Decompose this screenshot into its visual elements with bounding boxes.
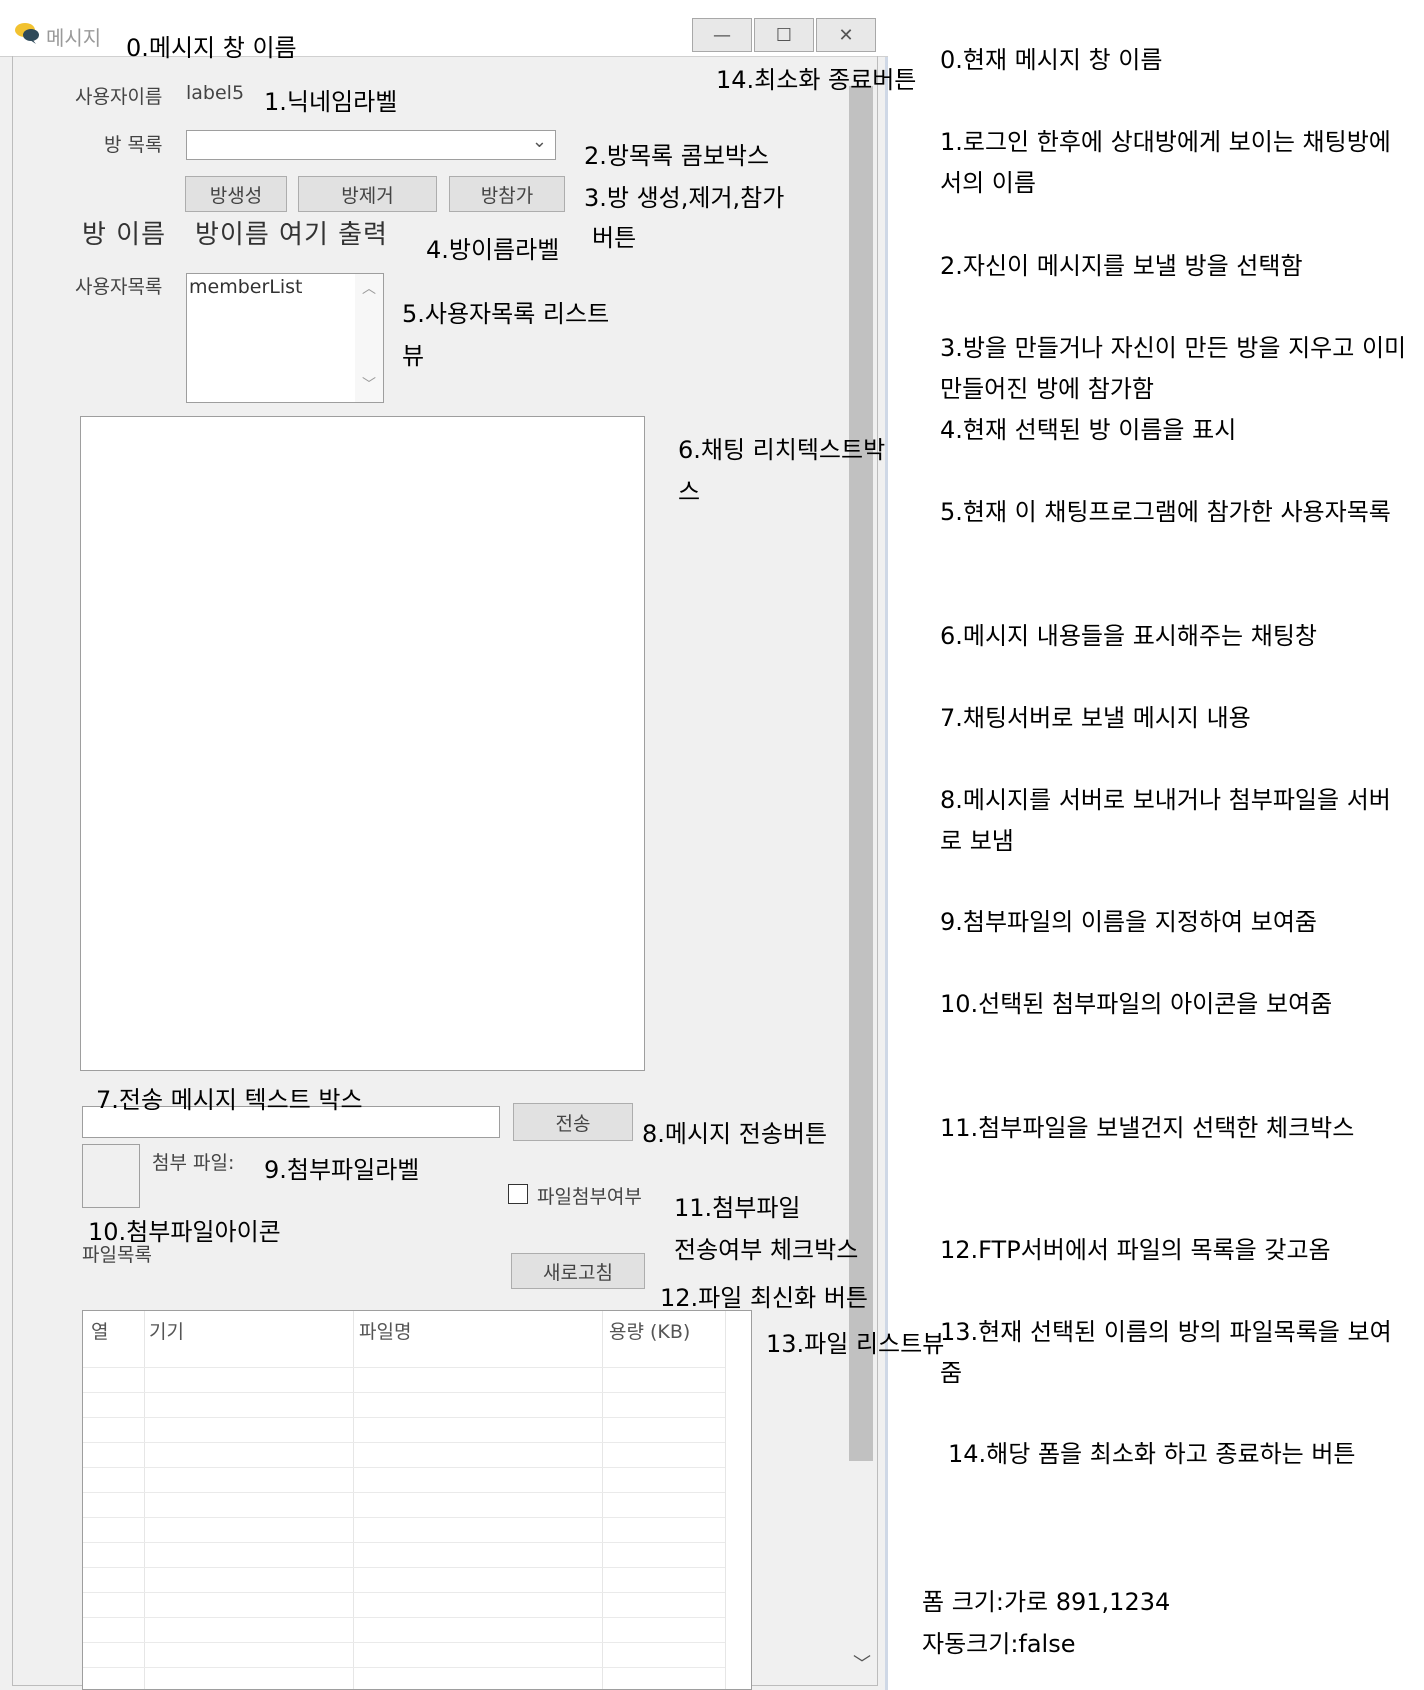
description-4: 4.현재 선택된 방 이름을 표시 [940,416,1237,444]
user-list-scrollbar[interactable]: ︿ ﹀ [355,274,383,402]
annotation-7: 7.전송 메시지 텍스트 박스 [96,1086,363,1114]
annotation-2: 2.방목록 콤보박스 [584,142,770,170]
column-separator [725,1311,726,1689]
maximize-icon: ☐ [775,24,793,46]
row-gridline [83,1442,725,1443]
annotation-5: 5.사용자목록 리스트 [402,300,610,328]
description-1: 1.로그인 한후에 상대방에게 보이는 채팅방에서의 이름 [940,128,1391,197]
user-listbox[interactable]: memberList ︿ ﹀ [186,273,384,403]
row-gridline [83,1667,725,1668]
row-gridline [83,1617,725,1618]
scroll-down-icon[interactable]: ﹀ [853,1650,871,1676]
annotation-3-cont: 버튼 [592,224,637,252]
window-title: 메시지 [46,26,102,50]
remove-room-button[interactable]: 방제거 [298,176,437,212]
username-caption: 사용자이름 [75,86,163,108]
column-header-device[interactable]: 기기 [149,1317,184,1344]
description-7: 7.채팅서버로 보낼 메시지 내용 [940,704,1251,732]
row-gridline [83,1467,725,1468]
description-2: 2.자신이 메시지를 보낼 방을 선택함 [940,252,1303,280]
refresh-button[interactable]: 새로고침 [511,1253,645,1289]
row-gridline [83,1392,725,1393]
description-0: 0.현재 메시지 창 이름 [940,46,1163,74]
description-10: 10.선택된 첨부파일의 아이콘을 보여줌 [940,990,1333,1018]
close-icon: ✕ [838,24,854,46]
attach-file-checkbox[interactable] [508,1184,528,1204]
description-5: 5.현재 이 채팅프로그램에 참가한 사용자목록 [940,498,1391,526]
annotation-8: 8.메시지 전송버튼 [642,1120,828,1148]
row-gridline [83,1517,725,1518]
annotation-13: 13.파일 리스트뷰 [766,1330,945,1358]
chat-richtextbox[interactable] [80,416,645,1071]
file-list-header: 열 기기 파일명 용량 (KB) [83,1311,751,1345]
attachment-icon-box [82,1144,140,1208]
user-list-caption: 사용자목록 [75,276,163,298]
user-list-item[interactable]: memberList [189,276,302,298]
description-3: 3.방을 만들거나 자신이 만든 방을 지우고 이미 만들어진 방에 참가함 [940,334,1407,403]
column-header-filename[interactable]: 파일명 [359,1317,411,1344]
annotation-9: 9.첨부파일라벨 [264,1156,420,1184]
description-6: 6.메시지 내용들을 표시해주는 채팅창 [940,622,1317,650]
column-header-size[interactable]: 용량 (KB) [609,1317,690,1344]
annotation-11: 11.첨부파일 [674,1194,801,1222]
username-label: label5 [186,82,245,104]
annotation-1: 1.닉네임라벨 [264,88,398,116]
join-room-button[interactable]: 방참가 [449,176,565,212]
chevron-down-icon: ⌄ [531,131,547,152]
annotation-14: 14.최소화 종료버튼 [716,66,917,94]
row-gridline [83,1417,725,1418]
row-gridline [83,1592,725,1593]
maximize-button[interactable]: ☐ [754,18,814,52]
row-gridline [83,1367,725,1368]
room-list-caption: 방 목록 [104,134,163,156]
row-gridline [83,1492,725,1493]
annotation-6: 6.채팅 리치텍스트박 [678,436,886,464]
scroll-down-icon[interactable]: ﹀ [362,374,376,394]
close-button[interactable]: ✕ [816,18,876,52]
chat-bubble-icon [15,23,39,44]
annotation-12: 12.파일 최신화 버튼 [660,1284,868,1312]
description-8: 8.메시지를 서버로 보내거나 첨부파일을 서버로 보냄 [940,786,1391,855]
annotation-5-cont: 뷰 [402,342,425,370]
room-name-label: 방이름 여기 출력 [195,220,388,250]
attach-file-checkbox-label[interactable]: 파일첨부여부 [537,1182,642,1209]
annotation-3: 3.방 생성,제거,참가 [584,184,785,212]
attach-file-caption: 첨부 파일: [152,1152,235,1174]
form-size-note: 폼 크기:가로 891,1234 [922,1588,1171,1616]
minimize-button[interactable]: — [692,18,752,52]
column-header-col[interactable]: 열 [91,1317,108,1344]
autosize-note: 자동크기:false [922,1630,1076,1658]
description-9: 9.첨부파일의 이름을 지정하여 보여줌 [940,908,1317,936]
minimize-icon: — [713,24,731,46]
file-listview[interactable]: 열 기기 파일명 용량 (KB) [82,1310,752,1690]
description-14: 14.해당 폼을 최소화 하고 종료하는 버튼 [948,1440,1356,1468]
send-button[interactable]: 전송 [513,1103,633,1141]
row-gridline [83,1567,725,1568]
create-room-button[interactable]: 방생성 [185,176,287,212]
scroll-up-icon[interactable]: ︿ [362,278,376,298]
annotation-11-cont: 전송여부 체크박스 [674,1236,859,1264]
annotation-0: 0.메시지 창 이름 [126,34,297,62]
description-11: 11.첨부파일을 보낼건지 선택한 체크박스 [940,1114,1355,1142]
room-combobox[interactable]: ⌄ [186,130,556,160]
annotation-6-cont: 스 [678,478,701,506]
description-12: 12.FTP서버에서 파일의 목록을 갖고옴 [940,1236,1331,1264]
description-13: 13.현재 선택된 이름의 방의 파일목록을 보여줌 [940,1318,1392,1387]
annotation-4: 4.방이름라벨 [426,236,560,264]
room-name-caption: 방 이름 [82,220,167,250]
row-gridline [83,1642,725,1643]
annotation-10: 10.첨부파일아이콘 [88,1218,281,1246]
row-gridline [83,1542,725,1543]
